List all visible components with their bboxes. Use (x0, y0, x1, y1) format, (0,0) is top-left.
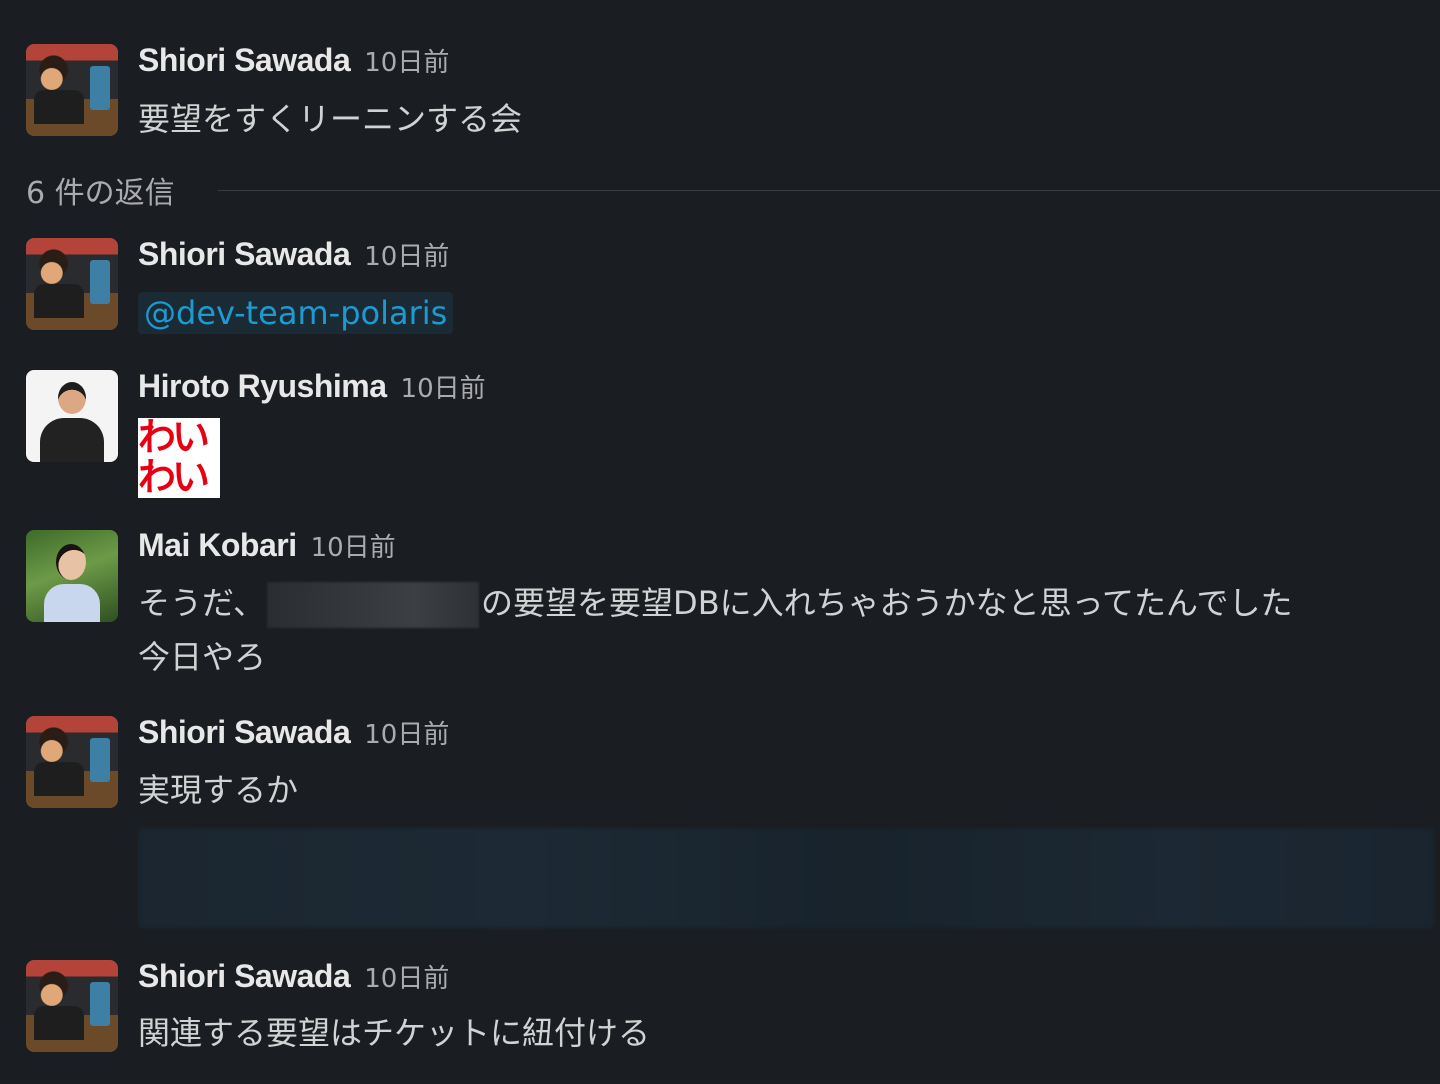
author-name[interactable]: Mai Kobari (138, 527, 297, 563)
avatar[interactable] (26, 530, 118, 622)
user-group-mention[interactable]: @dev-team-polaris (138, 292, 454, 334)
message-header: Shiori Sawada 10日前 (138, 958, 449, 995)
message-text: そうだ、 の要望を要望DBに入れちゃおうかなと思ってたんでした (138, 576, 1292, 630)
message-text: 要望をすくリーニンする会 (138, 100, 523, 138)
author-name[interactable]: Shiori Sawada (138, 958, 351, 994)
replies-count-label: 6 件の返信 (26, 176, 175, 211)
message-header: Hiroto Ryushima 10日前 (138, 368, 486, 405)
message-text-segment: の要望を要望DBに入れちゃおうかなと思ってたんでした (481, 584, 1293, 622)
author-name[interactable]: Shiori Sawada (138, 714, 351, 750)
avatar[interactable] (26, 44, 118, 136)
message-text: 実現するか (138, 771, 299, 809)
message-header: Shiori Sawada 10日前 (138, 42, 449, 79)
wai-wai-emoji[interactable]: わい わい (138, 418, 220, 498)
avatar[interactable] (26, 716, 118, 808)
timestamp[interactable]: 10日前 (364, 48, 449, 78)
thread-view: Shiori Sawada 10日前 要望をすくリーニンする会 6 件の返信 Sh… (0, 0, 1440, 1084)
author-name[interactable]: Shiori Sawada (138, 236, 351, 272)
message-text: 今日やろ (138, 638, 267, 676)
author-name[interactable]: Hiroto Ryushima (138, 368, 387, 404)
message-header: Shiori Sawada 10日前 (138, 236, 449, 273)
timestamp[interactable]: 10日前 (401, 374, 486, 404)
message-text: 関連する要望はチケットに紐付ける (138, 1014, 651, 1052)
redacted-text (267, 582, 480, 628)
timestamp[interactable]: 10日前 (364, 242, 449, 272)
avatar[interactable] (26, 238, 118, 330)
message-text: @dev-team-polaris (138, 286, 454, 340)
redacted-attachment[interactable] (138, 828, 1434, 928)
emoji-text-line: わい (138, 418, 210, 459)
timestamp[interactable]: 10日前 (311, 533, 396, 563)
timestamp[interactable]: 10日前 (364, 720, 449, 750)
replies-divider (218, 190, 1440, 191)
message-text-segment: そうだ、 (138, 584, 266, 622)
avatar[interactable] (26, 370, 118, 462)
emoji-text-line: わい (138, 457, 210, 498)
author-name[interactable]: Shiori Sawada (138, 42, 351, 78)
message-header: Mai Kobari 10日前 (138, 527, 396, 564)
message-header: Shiori Sawada 10日前 (138, 714, 449, 751)
timestamp[interactable]: 10日前 (364, 964, 449, 994)
avatar[interactable] (26, 960, 118, 1052)
